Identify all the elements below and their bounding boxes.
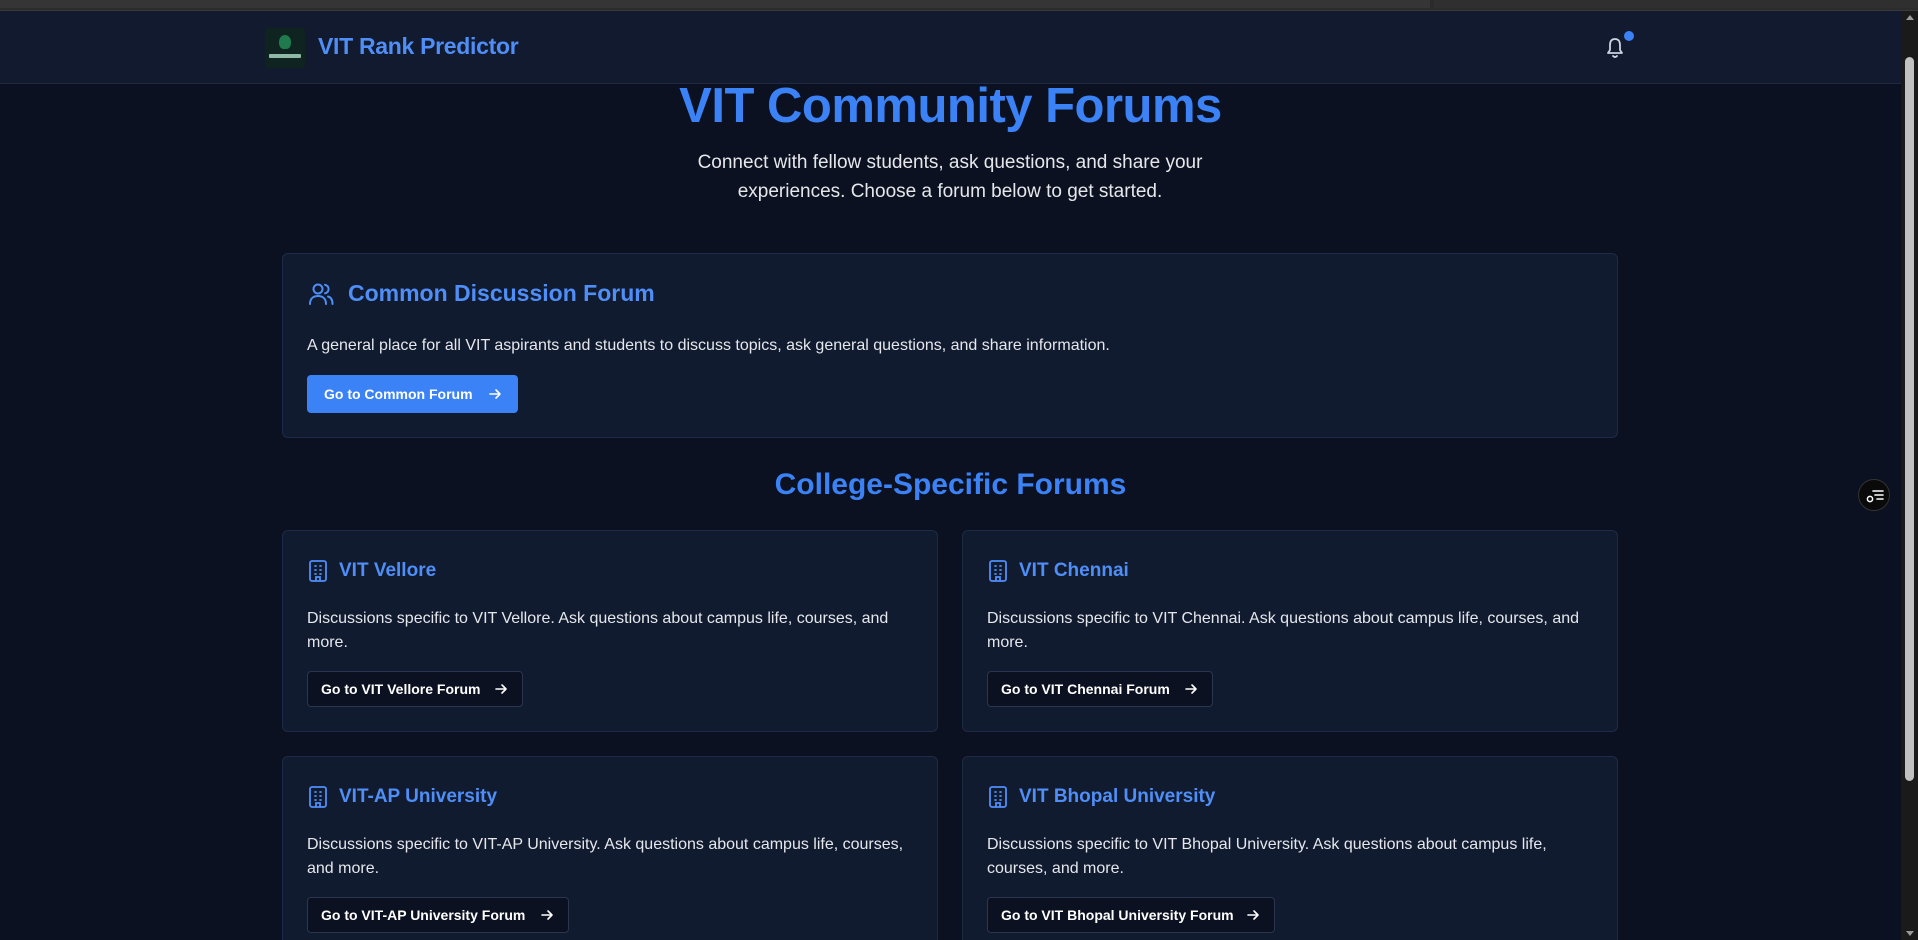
arrow-right-icon <box>1185 684 1197 694</box>
building-icon <box>989 786 1007 808</box>
forum-title: VIT Vellore <box>339 560 437 581</box>
forum-card-vit-chennai: VIT Chennai Discussions specific to VIT … <box>962 530 1618 732</box>
forum-description: Discussions specific to VIT-AP Universit… <box>307 836 904 877</box>
forum-card-vit-vellore: VIT Vellore Discussions specific to VIT … <box>282 530 938 732</box>
button-label: Go to Common Forum <box>324 386 473 402</box>
building-icon <box>309 560 327 582</box>
go-to-vit-vellore-forum-button[interactable]: Go to VIT Vellore Forum <box>307 671 523 707</box>
building-icon <box>989 560 1007 582</box>
building-icon <box>309 786 327 808</box>
forum-title: VIT Bhopal University <box>1019 786 1216 807</box>
go-to-vit-ap-forum-button[interactable]: Go to VIT-AP University Forum <box>307 897 569 933</box>
arrow-right-icon <box>489 389 501 399</box>
common-forum-description: A general place for all VIT aspirants an… <box>307 337 1110 354</box>
college-forums-heading: College-Specific Forums <box>774 468 1127 501</box>
scroll-up-arrow[interactable] <box>1906 15 1914 20</box>
forum-title: VIT-AP University <box>339 786 498 807</box>
rank-predictor-logo[interactable] <box>265 28 305 68</box>
go-to-common-forum-button[interactable]: Go to Common Forum <box>307 375 518 413</box>
bell-icon <box>1607 38 1623 58</box>
notification-badge <box>1624 31 1634 41</box>
button-label: Go to VIT Bhopal University Forum <box>1001 907 1234 923</box>
browser-tab-strip <box>0 0 1918 11</box>
forum-description: Discussions specific to VIT Vellore. Ask… <box>307 610 889 651</box>
forum-description: Discussions specific to VIT Chennai. Ask… <box>987 610 1580 651</box>
top-navbar: VIT Rank Predictor <box>0 11 1901 84</box>
arrow-right-icon <box>541 910 553 920</box>
floating-widget-button[interactable] <box>1858 479 1890 511</box>
forum-card-vit-ap: VIT-AP University Discussions specific t… <box>282 756 938 940</box>
common-forum-card: Common Discussion Forum A general place … <box>282 253 1618 438</box>
button-label: Go to VIT Vellore Forum <box>321 681 481 697</box>
users-icon <box>309 283 334 305</box>
page-scrollbar[interactable] <box>1901 11 1918 940</box>
arrow-right-icon <box>1247 910 1259 920</box>
forum-title: VIT Chennai <box>1019 560 1129 581</box>
arrow-right-icon <box>495 684 507 694</box>
notification-button[interactable] <box>1604 31 1634 61</box>
button-label: Go to VIT Chennai Forum <box>1001 681 1170 697</box>
go-to-vit-bhopal-forum-button[interactable]: Go to VIT Bhopal University Forum <box>987 897 1275 933</box>
page-subtitle: Connect with fellow students, ask questi… <box>697 152 1203 202</box>
scrollbar-thumb[interactable] <box>1905 57 1914 781</box>
common-forum-title: Common Discussion Forum <box>348 280 655 306</box>
forum-card-vit-bhopal: VIT Bhopal University Discussions specif… <box>962 756 1618 940</box>
brand-name[interactable]: VIT Rank Predictor <box>318 33 519 60</box>
forum-description: Discussions specific to VIT Bhopal Unive… <box>987 836 1547 877</box>
page-title: VIT Community Forums <box>679 79 1222 133</box>
go-to-vit-chennai-forum-button[interactable]: Go to VIT Chennai Forum <box>987 671 1213 707</box>
list-settings-icon <box>1866 490 1884 503</box>
button-label: Go to VIT-AP University Forum <box>321 907 526 923</box>
scroll-down-arrow[interactable] <box>1906 931 1914 936</box>
